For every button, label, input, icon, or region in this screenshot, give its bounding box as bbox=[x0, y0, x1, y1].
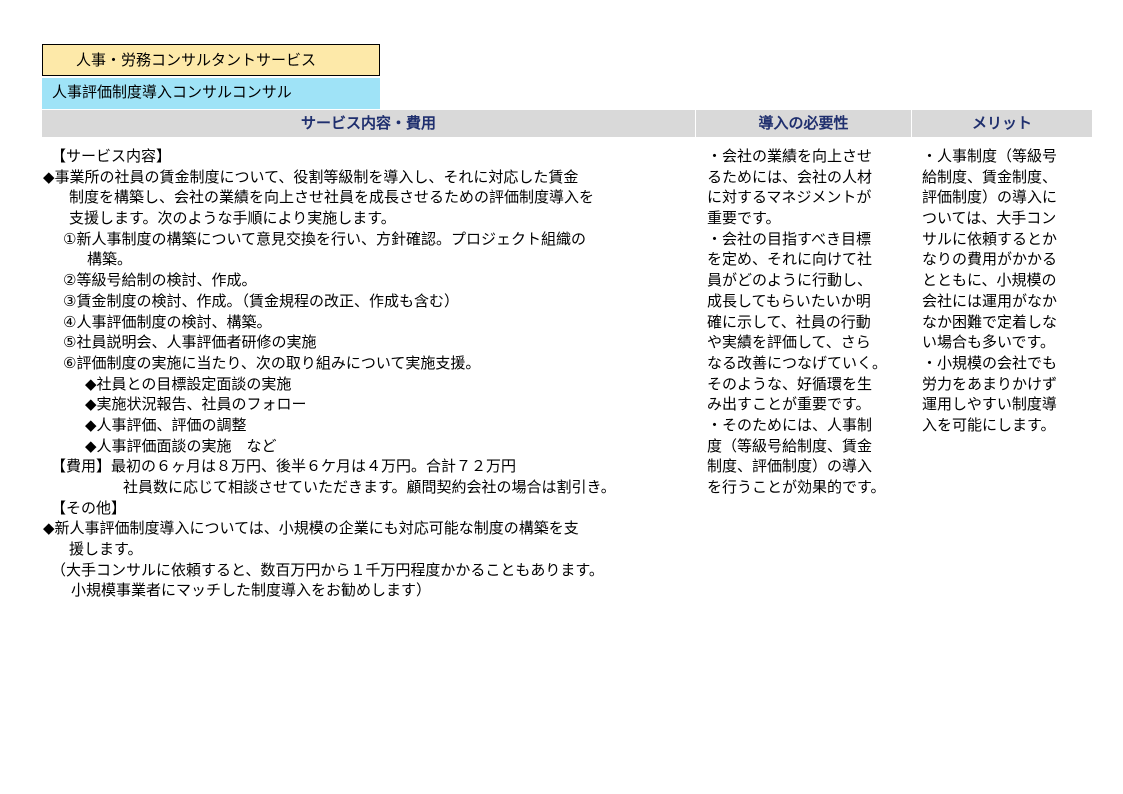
merit-line: 給制度、賃金制度、 bbox=[922, 167, 1058, 186]
necessity-line: ・会社の業績を向上させ bbox=[707, 147, 873, 165]
service-line: ◆人事評価面談の実施 など bbox=[85, 436, 277, 455]
merit-line: ・小規模の会社でも bbox=[922, 353, 1058, 372]
service-line: ②等級号給制の検討、作成。 bbox=[63, 271, 257, 290]
header-service-content: サービス内容・費用 bbox=[42, 110, 696, 137]
service-line: 【費用】最初の６ヶ月は８万円、後半６ケ月は４万円。合計７２万円 bbox=[51, 457, 517, 476]
necessity-line: 確に示して、社員の行動 bbox=[707, 312, 871, 331]
necessity-line: を行うことが効果的です。 bbox=[707, 478, 886, 496]
header-merit: メリット bbox=[912, 110, 1092, 137]
merit-line: なか困難で定着しな bbox=[922, 312, 1058, 331]
merit-line: とともに、小規模の bbox=[922, 271, 1057, 290]
necessity-line: み出すことが重要です。 bbox=[707, 395, 871, 414]
necessity-line: 度（等級号給制度、賃金 bbox=[707, 436, 873, 455]
necessity-line: 員がどのように行動し、 bbox=[707, 271, 873, 290]
necessity-line: 成長してもらいたいか明 bbox=[707, 291, 871, 310]
service-line: 援します。 bbox=[69, 540, 143, 559]
necessity-line: なる改善につなげていく。 bbox=[707, 353, 888, 372]
merit-line: 労力をあまりかけず bbox=[922, 374, 1058, 393]
service-title-label: 人事評価制度導入コンサルコンサル bbox=[42, 78, 380, 109]
necessity-line: そのような、好循環を生 bbox=[707, 374, 873, 393]
merit-line: 運用しやすい制度導 bbox=[922, 395, 1057, 414]
merit-line: ・人事制度（等級号 bbox=[922, 147, 1058, 165]
merit-line: サルに依頼するとか bbox=[922, 229, 1058, 248]
necessity-line: に対するマネジメントが bbox=[707, 188, 872, 207]
necessity-line: 制度、評価制度）の導入 bbox=[707, 457, 873, 476]
service-line: ◆社員との目標設定面談の実施 bbox=[85, 374, 292, 393]
service-line: 社員数に応じて相談させていただきます。顧問契約会社の場合は割引き。 bbox=[123, 478, 616, 496]
merit-line: ついては、大手コン bbox=[922, 209, 1057, 228]
merit-line: なりの費用がかかる bbox=[922, 250, 1058, 269]
service-line: 構築。 bbox=[87, 250, 133, 269]
merit-column: ・人事制度（等級号 給制度、賃金制度、 評価制度）の導入に ついては、大手コン … bbox=[922, 146, 1092, 436]
service-line: ⑥評価制度の実施に当たり、次の取り組みについて実施支援。 bbox=[63, 353, 481, 372]
service-line: 支援します。次のような手順により実施します。 bbox=[69, 209, 396, 228]
service-content-column: 【サービス内容】 ◆事業所の社員の賃金制度について、役割等級制を導入し、それに対… bbox=[43, 146, 691, 601]
service-line: ◆事業所の社員の賃金制度について、役割等級制を導入し、それに対応した賃金 bbox=[43, 167, 579, 186]
service-line: ◆人事評価、評価の調整 bbox=[85, 415, 247, 434]
service-line: ①新人事制度の構築について意見交換を行い、方針確認。プロジェクト組織の bbox=[63, 229, 587, 248]
necessity-line: や実績を評価して、さら bbox=[707, 333, 871, 352]
service-line: ④人事評価制度の検討、構築。 bbox=[63, 312, 272, 331]
table-header: サービス内容・費用 導入の必要性 メリット bbox=[42, 110, 1092, 137]
necessity-line: 重要です。 bbox=[707, 209, 781, 228]
header-necessity: 導入の必要性 bbox=[696, 110, 912, 137]
service-line: 小規模事業者にマッチした制度導入をお勧めします） bbox=[71, 581, 432, 600]
necessity-line: ・そのためには、人事制 bbox=[707, 415, 873, 434]
necessity-line: ・会社の目指すべき目標 bbox=[707, 229, 871, 248]
service-line: 【サービス内容】 bbox=[51, 147, 172, 165]
service-line: ◆実施状況報告、社員のフォロー bbox=[85, 395, 307, 414]
necessity-line: を定め、それに向けて社 bbox=[707, 250, 873, 269]
service-line: 【その他】 bbox=[51, 498, 127, 517]
merit-line: い場合も多いです。 bbox=[922, 333, 1056, 352]
merit-line: 会社には運用がなか bbox=[922, 291, 1058, 310]
service-line: （大手コンサルに依頼すると、数百万円から１千万円程度かかることもあります。 bbox=[51, 560, 604, 579]
service-line: ⑤社員説明会、人事評価者研修の実施 bbox=[63, 333, 317, 352]
necessity-column: ・会社の業績を向上させ るためには、会社の人材 に対するマネジメントが 重要です… bbox=[707, 146, 912, 498]
service-line: 制度を構築し、会社の業績を向上させ社員を成長させるための評価制度導入を bbox=[69, 188, 595, 207]
category-label: 人事・労務コンサルタントサービス bbox=[42, 44, 380, 76]
service-line: ◆新人事評価制度導入については、小規模の企業にも対応可能な制度の構築を支 bbox=[43, 519, 579, 538]
merit-line: 入を可能にします。 bbox=[922, 415, 1056, 434]
service-line: ③賃金制度の検討、作成。（賃金規程の改正、作成も含む） bbox=[63, 291, 459, 310]
merit-line: 評価制度）の導入に bbox=[922, 188, 1058, 207]
necessity-line: るためには、会社の人材 bbox=[707, 167, 873, 186]
